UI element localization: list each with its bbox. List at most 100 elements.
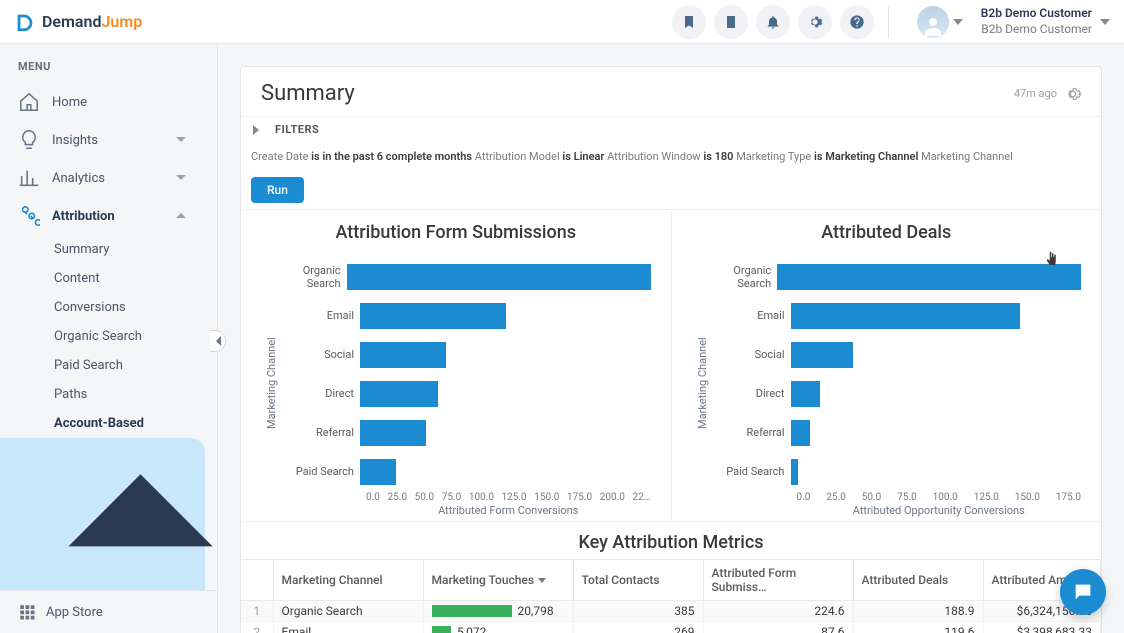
col-index[interactable] bbox=[241, 560, 273, 601]
chart-tick: 150.0 bbox=[534, 492, 559, 503]
caret-down-icon[interactable] bbox=[953, 19, 963, 25]
notifications-button[interactable] bbox=[756, 5, 790, 39]
sub-organic-search[interactable]: Organic Search bbox=[0, 322, 217, 351]
app-store-link[interactable]: App Store bbox=[0, 590, 217, 633]
apps-grid-icon bbox=[18, 603, 36, 621]
cursor-hand-icon bbox=[1043, 250, 1061, 268]
chart-bar-row[interactable]: Paid Search bbox=[278, 458, 651, 486]
topbar: DemandJump B2b Demo Customer B2b Demo Cu… bbox=[0, 0, 1124, 44]
nav-analytics[interactable]: Analytics bbox=[0, 159, 217, 197]
chart-bar-row[interactable]: Organic Search bbox=[278, 263, 651, 291]
metrics-table: Marketing Channel Marketing Touches Tota… bbox=[241, 559, 1101, 633]
chart-bar-label: Email bbox=[709, 309, 791, 322]
filter-chip[interactable]: Attribution Window is 180 bbox=[607, 150, 733, 163]
chart-bar-label: Social bbox=[278, 348, 360, 361]
col-channel[interactable]: Marketing Channel bbox=[273, 560, 423, 601]
cell-deals: 188.9 bbox=[853, 601, 983, 622]
y-axis-label: Marketing Channel bbox=[692, 253, 709, 513]
chart-bar[interactable] bbox=[360, 342, 446, 368]
cell-touches: 5,072 bbox=[423, 622, 573, 633]
nav-home[interactable]: Home bbox=[0, 83, 217, 121]
filters-label: FILTERS bbox=[275, 123, 319, 136]
chart-tick: 175.0 bbox=[567, 492, 592, 503]
col-deals[interactable]: Attributed Deals bbox=[853, 560, 983, 601]
sub-account-based[interactable]: Account-Based bbox=[0, 409, 217, 438]
settings-button[interactable] bbox=[798, 5, 832, 39]
chat-fab[interactable] bbox=[1060, 569, 1106, 615]
brand-logo[interactable]: DemandJump bbox=[14, 11, 142, 33]
chart-tick: 25.0 bbox=[826, 492, 846, 503]
filter-chip[interactable]: Create Date is in the past 6 complete mo… bbox=[251, 150, 472, 163]
chart-bar-label: Referral bbox=[709, 426, 791, 439]
chart-bar[interactable] bbox=[347, 264, 651, 290]
chart-bar[interactable] bbox=[777, 264, 1081, 290]
menu-label: MENU bbox=[0, 44, 217, 83]
brand-name-a: Demand bbox=[42, 12, 101, 31]
chevron-down-icon bbox=[175, 134, 187, 146]
app-store-label: App Store bbox=[46, 605, 103, 620]
chart-bar-row[interactable]: Email bbox=[709, 302, 1082, 330]
table-row[interactable]: 2Email5,07226987.6119.6$3,398,683.33 bbox=[241, 622, 1101, 633]
attribution-sublist: Summary Content Conversions Organic Sear… bbox=[0, 235, 217, 590]
chart-bar[interactable] bbox=[360, 303, 506, 329]
filter-bar: FILTERS Create Date is in the past 6 com… bbox=[241, 116, 1101, 209]
chart-bar[interactable] bbox=[791, 420, 811, 446]
avatar[interactable] bbox=[917, 6, 949, 38]
sub-content[interactable]: Content bbox=[0, 264, 217, 293]
cell-forms: 87.6 bbox=[703, 622, 853, 633]
chart-bar-row[interactable]: Referral bbox=[709, 419, 1082, 447]
sub-summary[interactable]: Summary bbox=[0, 235, 217, 264]
help-button[interactable] bbox=[840, 5, 874, 39]
chart-bar-row[interactable]: Referral bbox=[278, 419, 651, 447]
caret-down-icon[interactable] bbox=[1100, 19, 1110, 25]
nav-list: Home Insights Analytics Attribution Summ… bbox=[0, 83, 217, 590]
brand-name-b: Jump bbox=[101, 12, 142, 31]
chat-icon bbox=[1072, 581, 1094, 603]
chart-form-submissions: Attribution Form Submissions Marketing C… bbox=[241, 210, 671, 521]
chart-bar-row[interactable]: Paid Search bbox=[709, 458, 1082, 486]
sub-paid-search[interactable]: Paid Search bbox=[0, 351, 217, 380]
chart-bar-row[interactable]: Email bbox=[278, 302, 651, 330]
nav-attribution[interactable]: Attribution bbox=[0, 197, 217, 235]
chart-bar[interactable] bbox=[791, 342, 854, 368]
col-contacts[interactable]: Total Contacts bbox=[573, 560, 703, 601]
filter-chip[interactable]: Marketing Type is Marketing Channel bbox=[736, 150, 918, 163]
chart-bar[interactable] bbox=[791, 381, 820, 407]
chart-bar-row[interactable]: Social bbox=[709, 341, 1082, 369]
run-button[interactable]: Run bbox=[251, 177, 304, 203]
sub-conversions[interactable]: Conversions bbox=[0, 293, 217, 322]
chart-bar-row[interactable]: Direct bbox=[278, 380, 651, 408]
cell-deals: 119.6 bbox=[853, 622, 983, 633]
chart-bar-row[interactable]: Direct bbox=[709, 380, 1082, 408]
cell-channel: Organic Search bbox=[273, 601, 423, 622]
bookmark-button[interactable] bbox=[672, 5, 706, 39]
table-row[interactable]: 1Organic Search20,798385224.6188.9$6,324… bbox=[241, 601, 1101, 622]
filter-chip[interactable]: Attribution Model is Linear bbox=[475, 150, 605, 163]
chart-bar[interactable] bbox=[360, 459, 396, 485]
card-settings-button[interactable] bbox=[1065, 86, 1081, 102]
cell-forms: 224.6 bbox=[703, 601, 853, 622]
chart-title: Attributed Deals bbox=[692, 222, 1082, 243]
sub-paths[interactable]: Paths bbox=[0, 380, 217, 409]
col-touches[interactable]: Marketing Touches bbox=[423, 560, 573, 601]
chart-bar-row[interactable]: Social bbox=[278, 341, 651, 369]
nav-insights[interactable]: Insights bbox=[0, 121, 217, 159]
home-icon bbox=[18, 91, 40, 113]
col-forms[interactable]: Attributed Form Submiss… bbox=[703, 560, 853, 601]
question-icon bbox=[849, 14, 865, 30]
chart-bar[interactable] bbox=[360, 381, 438, 407]
chart-bar[interactable] bbox=[791, 303, 1020, 329]
nav-analytics-label: Analytics bbox=[52, 171, 105, 186]
cell-amount: $3,398,683.33 bbox=[983, 622, 1101, 633]
x-axis-label: Attributed Form Conversions bbox=[366, 504, 651, 517]
chart-bar-label: Paid Search bbox=[278, 465, 360, 478]
chart-bar-row[interactable]: Organic Search bbox=[709, 263, 1082, 291]
expand-icon[interactable] bbox=[251, 125, 261, 135]
document-button[interactable] bbox=[714, 5, 748, 39]
org-switcher[interactable]: B2b Demo Customer B2b Demo Customer bbox=[981, 6, 1092, 37]
chart-tick: 75.0 bbox=[442, 492, 462, 503]
chart-bar[interactable] bbox=[360, 420, 426, 446]
chart-tick: 22… bbox=[633, 492, 651, 503]
chart-bar[interactable] bbox=[791, 459, 799, 485]
filter-chip[interactable]: Marketing Channel bbox=[921, 150, 1013, 163]
